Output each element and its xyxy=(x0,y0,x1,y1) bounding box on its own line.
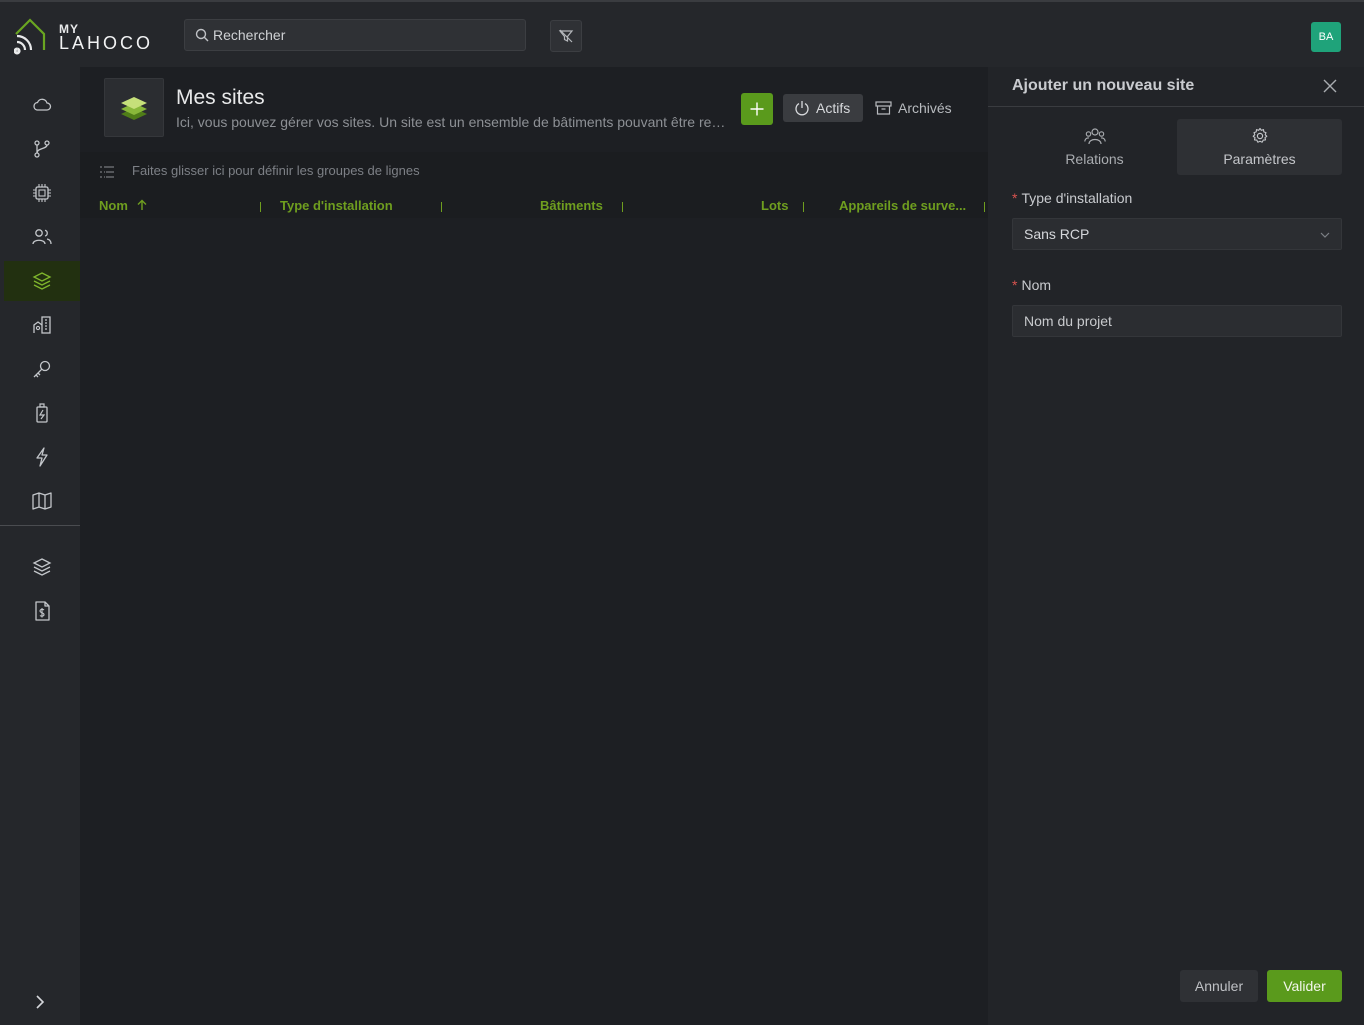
git-branch-icon xyxy=(34,140,50,158)
column-resize-handle[interactable] xyxy=(260,202,261,212)
cancel-button[interactable]: Annuler xyxy=(1180,970,1258,1002)
sidebar xyxy=(0,67,80,1025)
filter-archived-label: Archivés xyxy=(898,100,952,116)
tab-settings-label: Paramètres xyxy=(1223,151,1296,167)
cloud-icon xyxy=(33,98,52,111)
column-header-monitoring-devices[interactable]: Appareils de surve... xyxy=(839,198,966,213)
page-description: Ici, vous pouvez gérer vos sites. Un sit… xyxy=(176,114,728,130)
filter-archived-button[interactable]: Archivés xyxy=(873,94,963,122)
search-input[interactable] xyxy=(213,20,513,50)
layers-icon xyxy=(32,272,52,290)
page-title: Mes sites xyxy=(176,86,265,109)
page-header: Mes sites Ici, vous pouvez gérer vos sit… xyxy=(80,67,988,149)
lightning-icon xyxy=(36,447,48,467)
archive-icon xyxy=(875,101,892,115)
tab-settings[interactable]: Paramètres xyxy=(1177,119,1342,175)
tab-relations[interactable]: Relations xyxy=(1012,119,1177,175)
sort-ascending-icon xyxy=(137,199,147,210)
column-resize-handle[interactable] xyxy=(984,202,985,212)
column-resize-handle[interactable] xyxy=(803,202,804,212)
filter-active-label: Actifs xyxy=(816,100,851,116)
search-box[interactable] xyxy=(184,19,526,51)
required-marker: * xyxy=(1012,277,1018,293)
layers-icon xyxy=(32,558,52,576)
battery-icon xyxy=(36,403,48,423)
add-site-button[interactable] xyxy=(741,93,773,125)
chevron-down-icon xyxy=(1320,232,1330,238)
user-avatar[interactable]: BA xyxy=(1311,22,1341,52)
name-input[interactable] xyxy=(1012,305,1342,337)
submit-button[interactable]: Valider xyxy=(1267,970,1342,1002)
sidebar-item-buildings[interactable] xyxy=(4,305,80,345)
install-type-select[interactable]: Sans RCP xyxy=(1012,218,1342,250)
panel-divider xyxy=(988,106,1364,107)
sidebar-item-branches[interactable] xyxy=(4,129,80,169)
install-type-value: Sans RCP xyxy=(1024,226,1090,242)
sidebar-item-map[interactable] xyxy=(4,481,80,521)
search-icon xyxy=(195,28,209,42)
building-icon xyxy=(33,316,51,334)
name-label: * Nom xyxy=(1012,277,1052,293)
add-site-panel: Ajouter un nouveau site Relations Paramè… xyxy=(988,67,1364,1025)
filter-off-icon xyxy=(558,29,574,43)
power-icon xyxy=(795,101,809,116)
clear-filter-button[interactable] xyxy=(550,20,582,52)
sidebar-item-users[interactable] xyxy=(4,217,80,257)
plus-icon xyxy=(750,102,764,116)
filter-active-button[interactable]: Actifs xyxy=(783,94,863,122)
users-icon xyxy=(32,229,52,245)
sidebar-item-site-groups[interactable] xyxy=(4,547,80,587)
key-icon xyxy=(33,360,51,378)
column-header-buildings[interactable]: Bâtiments xyxy=(540,198,603,213)
sidebar-divider xyxy=(0,525,80,526)
top-bar: MY LAHOCO BA xyxy=(0,0,1364,67)
sidebar-item-cloud[interactable] xyxy=(4,85,80,125)
column-resize-handle[interactable] xyxy=(441,202,442,212)
logo-icon xyxy=(14,18,46,55)
main-content: Mes sites Ici, vous pouvez gérer vos sit… xyxy=(80,67,988,1025)
list-icon xyxy=(100,166,114,178)
map-icon xyxy=(32,492,52,510)
invoice-icon xyxy=(35,601,50,621)
sidebar-item-sites[interactable] xyxy=(4,261,80,301)
sidebar-item-billing[interactable] xyxy=(4,591,80,631)
group-drop-hint: Faites glisser ici pour définir les grou… xyxy=(132,163,420,178)
close-icon[interactable] xyxy=(1322,78,1338,94)
column-header-name[interactable]: Nom xyxy=(99,198,148,213)
sidebar-item-access[interactable] xyxy=(4,349,80,389)
column-header-lots[interactable]: Lots xyxy=(761,198,788,213)
sidebar-item-devices[interactable] xyxy=(4,173,80,213)
required-marker: * xyxy=(1012,190,1018,206)
sidebar-item-energy-storage[interactable] xyxy=(4,393,80,433)
panel-title: Ajouter un nouveau site xyxy=(1012,77,1195,94)
chip-icon xyxy=(33,184,51,202)
column-header-install-type[interactable]: Type d'installation xyxy=(280,198,393,213)
page-icon-tile xyxy=(104,78,164,137)
app-logo[interactable]: MY LAHOCO xyxy=(14,16,154,56)
sidebar-item-energy[interactable] xyxy=(4,437,80,477)
logo-text-name: LAHOCO xyxy=(59,33,154,53)
users-icon xyxy=(1083,128,1106,145)
layers-icon xyxy=(121,96,147,120)
gear-icon xyxy=(1252,127,1267,143)
column-resize-handle[interactable] xyxy=(622,202,623,212)
tab-relations-label: Relations xyxy=(1065,151,1124,167)
chevron-right-icon[interactable] xyxy=(30,992,50,1012)
install-type-label: * Type d'installation xyxy=(1012,190,1133,206)
grid-group-panel[interactable]: Faites glisser ici pour définir les grou… xyxy=(80,152,988,218)
